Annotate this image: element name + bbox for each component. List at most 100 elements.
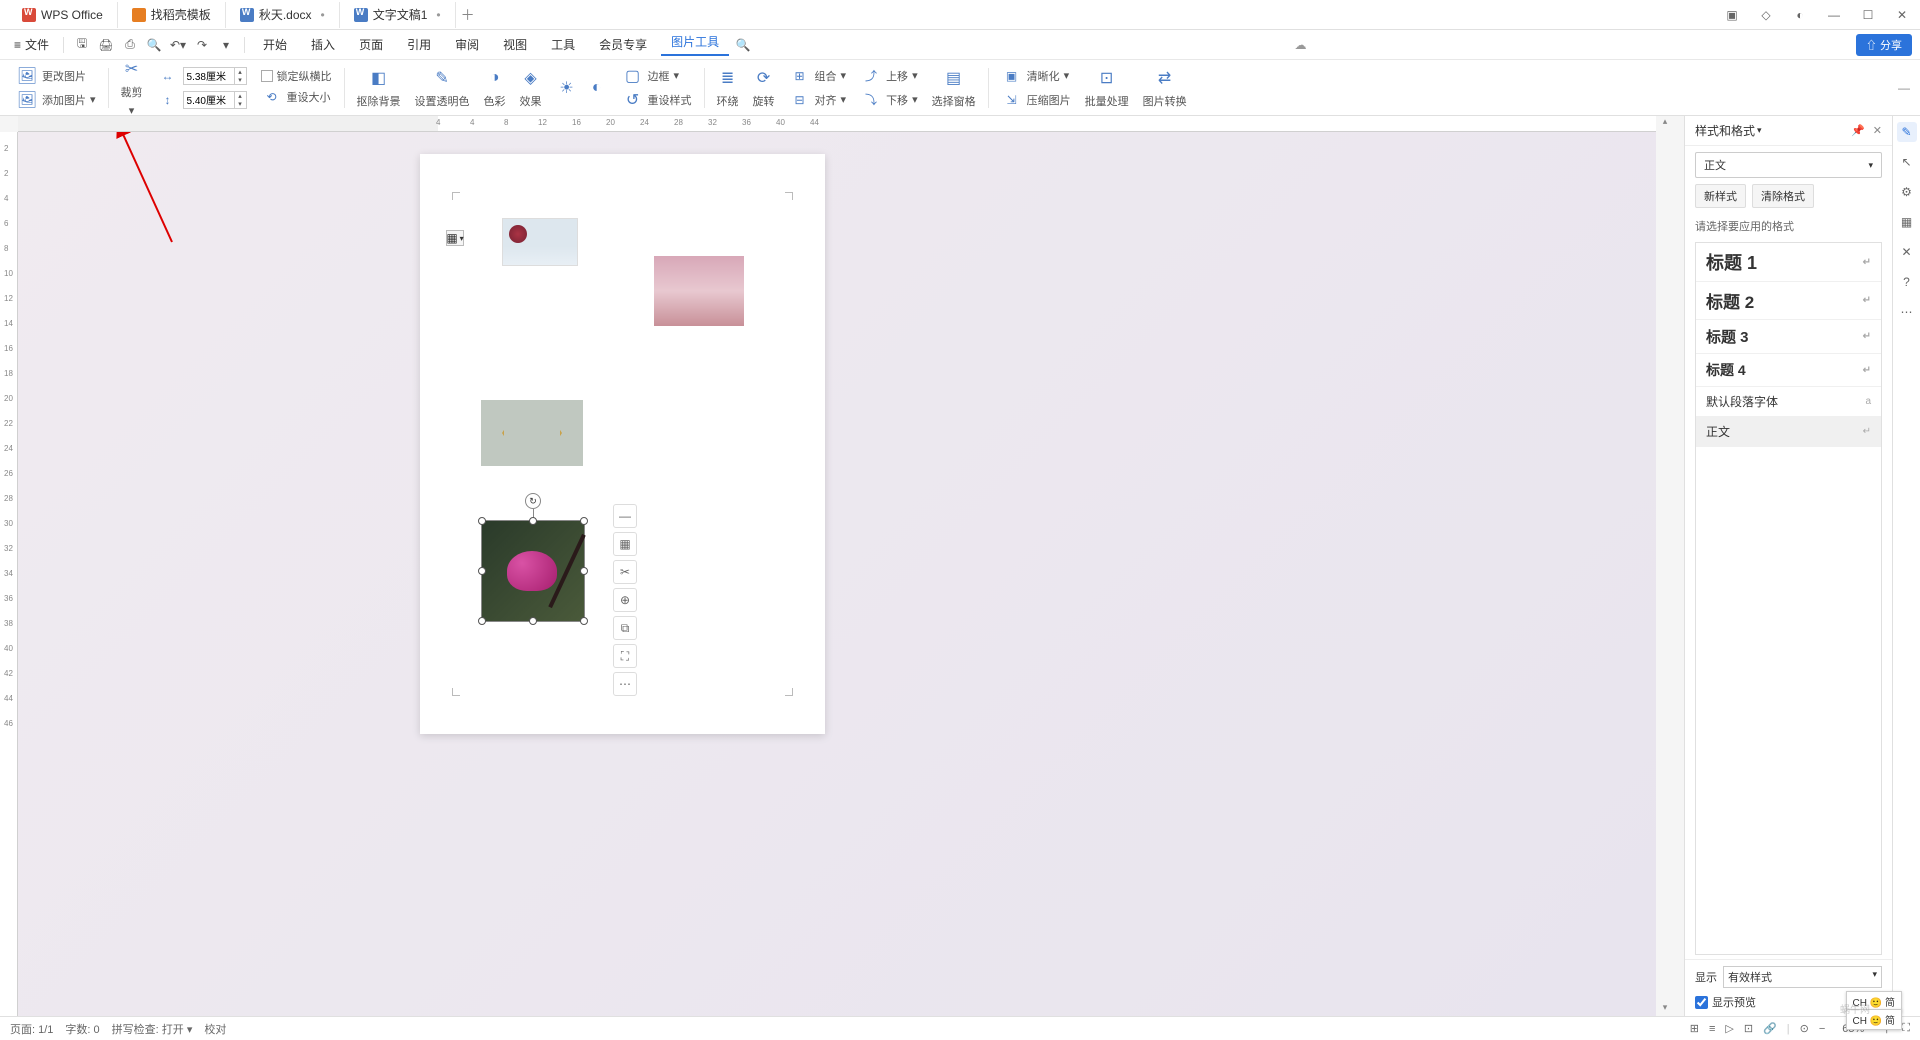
rotate-button[interactable]: ⟳旋转 xyxy=(753,67,775,109)
border-button[interactable]: ▢边框▾ xyxy=(622,65,692,87)
page-indicator[interactable]: 页面: 1/1 xyxy=(10,1021,53,1037)
close-icon[interactable]: ✕ xyxy=(1892,5,1912,25)
menu-page[interactable]: 页面 xyxy=(349,36,393,53)
minimize-icon[interactable]: — xyxy=(1824,5,1844,25)
multiwindow-icon[interactable]: ▣ xyxy=(1722,5,1742,25)
crop-button[interactable]: ✂裁剪▾ xyxy=(121,58,143,117)
rotate-handle[interactable]: ↻ xyxy=(525,493,541,509)
contrast-icon[interactable]: ◐ xyxy=(586,77,608,99)
ruler-vertical[interactable]: 2246810121416182022242628303234363840424… xyxy=(0,132,18,1016)
save-icon[interactable]: 🖫 xyxy=(72,35,92,55)
current-style-select[interactable]: 正文 ▾ xyxy=(1695,152,1882,178)
avatar-icon[interactable]: ◐ xyxy=(1790,5,1810,25)
search-icon[interactable]: 🔍 xyxy=(733,35,753,55)
view-mode-5-icon[interactable]: 🔗 xyxy=(1763,1022,1777,1035)
clear-format-button[interactable]: 清除格式 xyxy=(1752,184,1814,208)
sb-select-icon[interactable]: ↖ xyxy=(1897,152,1917,172)
batch-button[interactable]: ⊡批量处理 xyxy=(1085,67,1129,109)
vertical-scrollbar[interactable]: ▴ ▾ xyxy=(1658,116,1674,1016)
file-menu-button[interactable]: ≡ 文件 xyxy=(8,36,55,53)
show-filter-select[interactable]: 有效样式▾ xyxy=(1723,966,1882,988)
menu-picture-tools[interactable]: 图片工具 xyxy=(661,33,729,56)
sb-format-icon[interactable]: ✎ xyxy=(1897,122,1917,142)
new-style-button[interactable]: 新样式 xyxy=(1695,184,1746,208)
zoom-out-button[interactable]: − xyxy=(1819,1023,1825,1035)
move-down-button[interactable]: ⤵下移▾ xyxy=(860,89,918,111)
resize-handle-b[interactable] xyxy=(529,617,537,625)
style-item-h1[interactable]: 标题 1↵ xyxy=(1696,243,1881,282)
canvas[interactable]: ▦ ↻ — ▦ ✂ ⊕ ⧉ ⛶ xyxy=(18,132,1656,1016)
tab-doc-2[interactable]: 文字文稿1 xyxy=(340,2,456,28)
sb-settings-icon[interactable]: ⚙ xyxy=(1897,182,1917,202)
view-mode-3-icon[interactable]: ▷ xyxy=(1725,1022,1733,1035)
sharpen-button[interactable]: ▣清晰化▾ xyxy=(1001,65,1071,87)
selection-pane-button[interactable]: ▤选择窗格 xyxy=(932,67,976,109)
close-panel-icon[interactable]: ✕ xyxy=(1873,124,1882,137)
style-list[interactable]: 标题 1↵ 标题 2↵ 标题 3↵ 标题 4↵ 默认段落字体a 正文↵ xyxy=(1695,242,1882,955)
menu-tools[interactable]: 工具 xyxy=(541,36,585,53)
sb-tools-icon[interactable]: ✕ xyxy=(1897,242,1917,262)
scroll-up-icon[interactable]: ▴ xyxy=(1658,116,1672,130)
align-button[interactable]: ⊟对齐▾ xyxy=(789,89,847,111)
style-item-h3[interactable]: 标题 3↵ xyxy=(1696,320,1881,354)
change-picture-button[interactable]: 🖼更改图片 xyxy=(16,65,96,87)
style-item-body[interactable]: 正文↵ xyxy=(1696,417,1881,447)
lock-ratio-checkbox[interactable]: 锁定纵横比 xyxy=(261,68,332,84)
resize-handle-tl[interactable] xyxy=(478,517,486,525)
share-button[interactable]: ⇧ 分享 xyxy=(1856,34,1912,56)
ft-fill-icon[interactable]: ▦ xyxy=(613,532,637,556)
add-picture-button[interactable]: 🖼添加图片▾ xyxy=(16,89,96,111)
convert-button[interactable]: ⇄图片转换 xyxy=(1143,67,1187,109)
ribbon-collapse-icon[interactable]: — xyxy=(1898,81,1910,95)
ft-crop-icon[interactable]: ✂ xyxy=(613,560,637,584)
resize-handle-l[interactable] xyxy=(478,567,486,575)
tab-add-button[interactable]: ＋ xyxy=(456,5,480,25)
reset-style-button[interactable]: ↺重设样式 xyxy=(622,89,692,111)
proof-status[interactable]: 校对 xyxy=(204,1021,226,1037)
menu-view[interactable]: 视图 xyxy=(493,36,537,53)
ft-zoom-icon[interactable]: ⊕ xyxy=(613,588,637,612)
resize-handle-br[interactable] xyxy=(580,617,588,625)
reset-size-button[interactable]: ⟲重设大小 xyxy=(261,86,332,108)
view-mode-2-icon[interactable]: ≡ xyxy=(1709,1023,1715,1035)
undo-icon[interactable]: ↶▾ xyxy=(168,35,188,55)
menu-start[interactable]: 开始 xyxy=(253,36,297,53)
qat-dropdown-icon[interactable]: ▾ xyxy=(216,35,236,55)
tab-app[interactable]: WPS Office xyxy=(8,2,118,28)
preview-checkbox-input[interactable] xyxy=(1695,996,1708,1009)
brightness-icon[interactable]: ☀ xyxy=(556,77,578,99)
sb-more-icon[interactable]: ⋯ xyxy=(1897,302,1917,322)
menu-reference[interactable]: 引用 xyxy=(397,36,441,53)
resize-handle-r[interactable] xyxy=(580,567,588,575)
group-button[interactable]: ⊞组合▾ xyxy=(789,65,847,87)
spin-down[interactable]: ▾ xyxy=(235,76,246,84)
height-input[interactable] xyxy=(183,91,235,109)
ft-collapse-icon[interactable]: — xyxy=(613,504,637,528)
spellcheck-status[interactable]: 拼写检查: 打开 ▾ xyxy=(112,1021,193,1037)
picture-3[interactable] xyxy=(481,400,583,466)
spin-down[interactable]: ▾ xyxy=(235,100,246,108)
picture-4-selected[interactable]: ↻ xyxy=(481,520,585,622)
ft-copy-icon[interactable]: ⧉ xyxy=(613,616,637,640)
print-icon[interactable]: ⎙ xyxy=(120,35,140,55)
view-mode-1-icon[interactable]: ⊞ xyxy=(1690,1022,1699,1035)
style-item-h4[interactable]: 标题 4↵ xyxy=(1696,354,1881,387)
picture-2[interactable] xyxy=(654,256,744,326)
word-count[interactable]: 字数: 0 xyxy=(65,1021,99,1037)
color-button[interactable]: ◑色彩 xyxy=(484,67,506,109)
resize-handle-t[interactable] xyxy=(529,517,537,525)
wrap-button[interactable]: ≣环绕 xyxy=(717,67,739,109)
maximize-icon[interactable]: ☐ xyxy=(1858,5,1878,25)
pin-icon[interactable]: 📌 xyxy=(1851,124,1865,137)
cube-icon[interactable]: ◇ xyxy=(1756,5,1776,25)
ruler-horizontal[interactable]: 448121620242832364044 xyxy=(18,116,1656,132)
sb-gallery-icon[interactable]: ▦ xyxy=(1897,212,1917,232)
cloud-icon[interactable]: ☁ xyxy=(1295,38,1307,52)
tab-template[interactable]: 找稻壳模板 xyxy=(118,2,226,28)
transparency-button[interactable]: ✎设置透明色 xyxy=(415,67,470,109)
fit-icon[interactable]: ⊙ xyxy=(1800,1022,1809,1035)
picture-1[interactable] xyxy=(502,218,578,266)
effects-button[interactable]: ◈效果 xyxy=(520,67,542,109)
menu-member[interactable]: 会员专享 xyxy=(589,36,657,53)
spin-up[interactable]: ▴ xyxy=(235,92,246,100)
